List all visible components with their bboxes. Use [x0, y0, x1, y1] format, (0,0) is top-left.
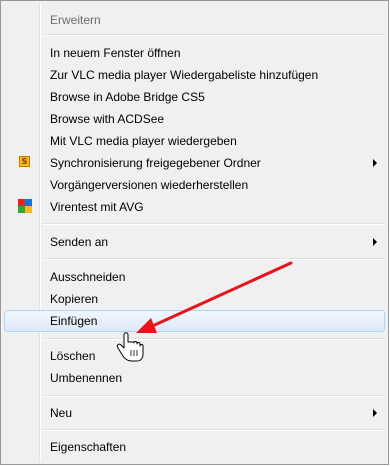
menu-item-label: Virentest mit AVG	[50, 200, 144, 214]
menu-item-label: Browse with ACDSee	[50, 112, 165, 126]
menu-item-label: Umbenennen	[50, 371, 123, 385]
menu-item-previous-versions[interactable]: Vorgängerversionen wiederherstellen	[4, 174, 385, 196]
menu-separator	[42, 34, 385, 36]
submenu-arrow-icon	[373, 409, 377, 417]
menu-item-delete[interactable]: Löschen	[4, 345, 385, 367]
menu-item-label: Browse in Adobe Bridge CS5	[50, 90, 205, 104]
menu-item-copy[interactable]: Kopieren	[4, 288, 385, 310]
menu-item-erweitern[interactable]: Erweitern	[4, 9, 385, 31]
menu-item-rename[interactable]: Umbenennen	[4, 367, 385, 389]
menu-item-label: Löschen	[50, 349, 96, 363]
menu-item-label: Senden an	[50, 235, 109, 249]
menu-item-label: Zur VLC media player Wiedergabeliste hin…	[50, 68, 319, 82]
menu-item-paste[interactable]: Einfügen	[4, 310, 385, 332]
menu-item-adobe-bridge[interactable]: Browse in Adobe Bridge CS5	[4, 86, 385, 108]
menu-item-avg-scan[interactable]: Virentest mit AVG	[4, 196, 385, 218]
menu-separator	[42, 429, 385, 431]
menu-item-properties[interactable]: Eigenschaften	[4, 436, 385, 458]
menu-item-label: Synchronisierung freigegebener Ordner	[50, 156, 261, 170]
menu-separator	[42, 338, 385, 340]
menu-item-cut[interactable]: Ausschneiden	[4, 266, 385, 288]
menu-item-label: Ausschneiden	[50, 270, 126, 284]
menu-item-vlc-add-playlist[interactable]: Zur VLC media player Wiedergabeliste hin…	[4, 64, 385, 86]
menu-item-label: Eigenschaften	[50, 440, 127, 454]
menu-item-label: Kopieren	[50, 292, 99, 306]
avg-icon	[18, 199, 32, 213]
menu-separator	[42, 223, 385, 225]
context-menu: Erweitern In neuem Fenster öffnen Zur VL…	[0, 0, 389, 465]
sync-folder-icon: S	[19, 156, 30, 167]
menu-item-open-new-window[interactable]: In neuem Fenster öffnen	[4, 42, 385, 64]
menu-item-vlc-play[interactable]: Mit VLC media player wiedergeben	[4, 130, 385, 152]
menu-separator	[42, 395, 385, 397]
menu-item-label: Neu	[50, 406, 73, 420]
menu-item-sync-shared-folder[interactable]: S Synchronisierung freigegebener Ordner	[4, 152, 385, 174]
menu-item-label: Mit VLC media player wiedergeben	[50, 134, 237, 148]
menu-item-acdsee[interactable]: Browse with ACDSee	[4, 108, 385, 130]
menu-item-label: In neuem Fenster öffnen	[50, 46, 181, 60]
menu-separator	[42, 258, 385, 260]
menu-item-label: Vorgängerversionen wiederherstellen	[50, 178, 249, 192]
menu-item-new[interactable]: Neu	[4, 402, 385, 424]
submenu-arrow-icon	[373, 238, 377, 246]
submenu-arrow-icon	[373, 159, 377, 167]
menu-item-label: Erweitern	[50, 13, 101, 27]
menu-item-send-to[interactable]: Senden an	[4, 231, 385, 253]
menu-item-label: Einfügen	[50, 314, 98, 328]
